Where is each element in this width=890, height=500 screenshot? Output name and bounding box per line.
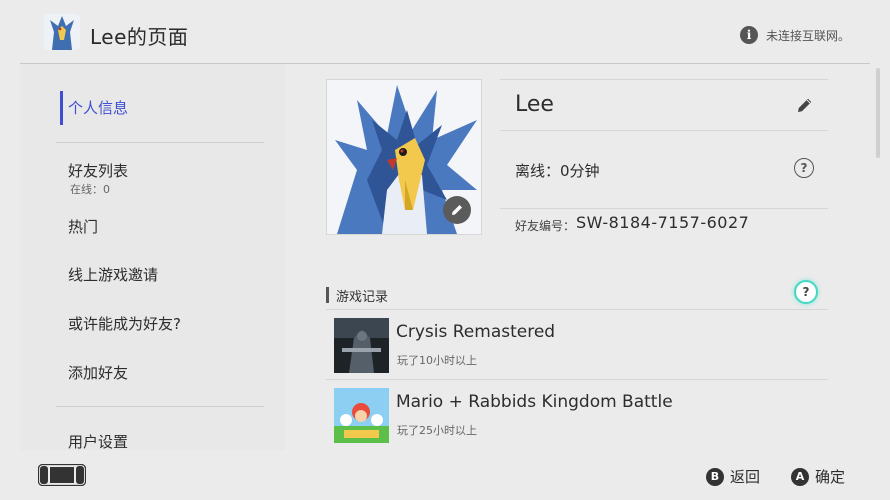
- sidebar-item-profile[interactable]: 个人信息: [68, 97, 128, 118]
- game-title: Crysis Remastered: [396, 322, 556, 342]
- sidebar-item-user-settings[interactable]: 用户设置: [68, 431, 128, 450]
- pencil-icon: [798, 98, 812, 112]
- edit-picture-button[interactable]: [443, 196, 471, 224]
- game-title: Mario + Rabbids Kingdom Battle: [396, 392, 673, 412]
- page-title: Lee的页面: [90, 25, 189, 49]
- help-icon[interactable]: ?: [794, 158, 814, 178]
- sidebar-divider: [56, 406, 264, 407]
- a-button-icon: A: [791, 467, 809, 486]
- header: Lee的页面 i 未连接互联网。: [0, 0, 890, 64]
- profile-panel: Lee 离线：0分钟 ? 好友编号： SW-8184-7157-6027 游戏记…: [285, 64, 870, 450]
- game-thumbnail: [334, 388, 389, 443]
- help-icon[interactable]: ?: [794, 280, 818, 304]
- footer: B 返回 A 确定: [0, 450, 890, 500]
- connection-status: i 未连接互联网。: [739, 26, 850, 44]
- user-name: Lee: [515, 92, 554, 117]
- friend-code-label: 好友编号：: [515, 219, 576, 233]
- sidebar-item-popular[interactable]: 热门: [68, 216, 98, 237]
- sidebar-item-suggested-friends[interactable]: 或许能成为好友?: [68, 313, 181, 334]
- game-row-crysis[interactable]: Crysis Remastered 玩了10小时以上: [326, 309, 828, 380]
- switch-console-icon: [37, 463, 87, 490]
- game-playtime: 玩了10小时以上: [397, 354, 477, 367]
- sidebar: 个人信息 好友列表 在线：0 热门 线上游戏邀请 或许能成为好友? 添加好友 用…: [20, 64, 285, 450]
- online-count: 在线：0: [70, 183, 110, 196]
- game-row-mario-rabbids[interactable]: Mario + Rabbids Kingdom Battle 玩了25小时以上: [326, 379, 828, 450]
- back-label: 返回: [730, 468, 761, 486]
- edit-name-button[interactable]: [796, 96, 814, 118]
- friend-code-row: 好友编号： SW-8184-7157-6027: [500, 209, 828, 241]
- section-title: 游戏记录: [336, 290, 389, 305]
- info-icon: i: [739, 26, 758, 44]
- b-button-icon: B: [706, 467, 724, 486]
- sidebar-item-add-friend[interactable]: 添加好友: [68, 362, 128, 383]
- status-row: 离线：0分钟 ?: [500, 130, 828, 209]
- game-playtime: 玩了25小时以上: [397, 424, 477, 437]
- section-marker: [326, 287, 329, 303]
- sidebar-item-online-invites[interactable]: 线上游戏邀请: [68, 264, 158, 285]
- user-avatar: [44, 14, 80, 50]
- scrollbar[interactable]: [876, 68, 880, 158]
- status-text: 未连接互联网。: [765, 28, 850, 43]
- back-button[interactable]: B 返回: [706, 466, 760, 487]
- name-row: Lee: [500, 79, 828, 131]
- pencil-icon: [452, 205, 462, 215]
- sidebar-item-friend-list[interactable]: 好友列表: [68, 160, 128, 181]
- active-indicator: [60, 91, 63, 125]
- play-history-header: 游戏记录 ?: [326, 280, 828, 310]
- confirm-label: 确定: [815, 468, 846, 486]
- offline-status: 离线：0分钟: [515, 162, 600, 180]
- profile-picture[interactable]: [326, 79, 482, 235]
- confirm-button[interactable]: A 确定: [791, 466, 845, 487]
- friend-code: SW-8184-7157-6027: [576, 213, 750, 232]
- game-thumbnail: [334, 318, 389, 373]
- sidebar-divider: [56, 142, 264, 143]
